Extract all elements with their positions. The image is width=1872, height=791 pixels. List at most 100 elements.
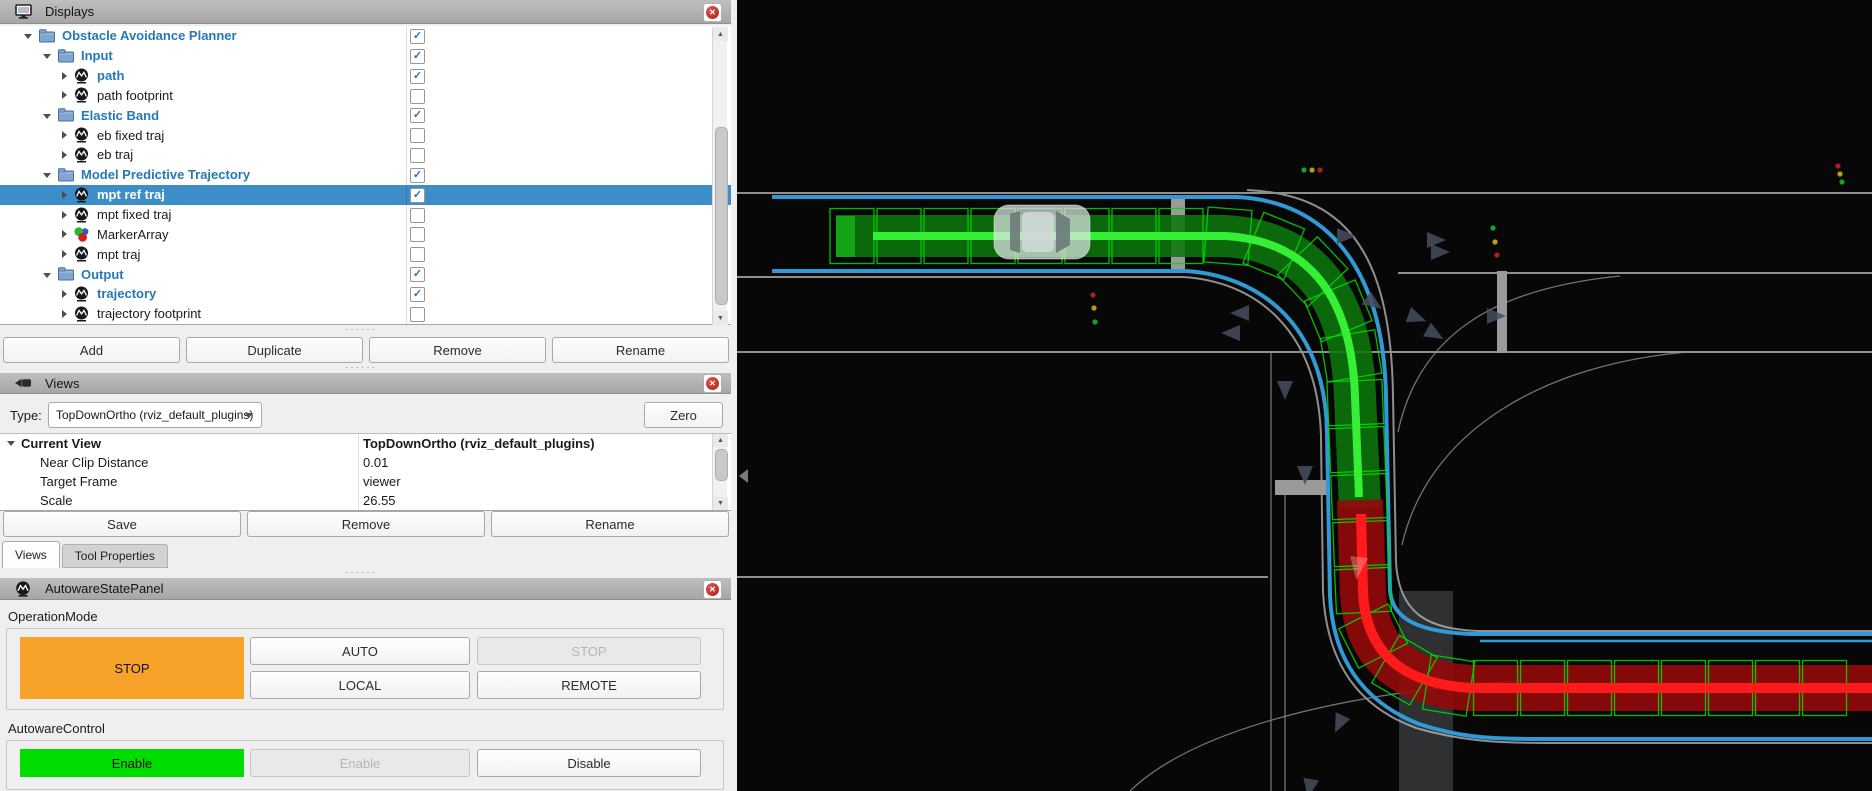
autoware-panel-titlebar: AutowareStatePanel ✕ [0,578,731,600]
chevron-right-icon[interactable] [62,310,67,318]
property-row-target-frame[interactable]: Target Frameviewer [0,472,731,491]
tree-row-input[interactable]: Input✓ [0,46,731,66]
autoware-close-button[interactable]: ✕ [703,580,722,599]
property-value[interactable]: viewer [363,474,401,489]
tab-tool-properties[interactable]: Tool Properties [62,544,168,568]
splitter-handle[interactable]: ······ [345,327,377,333]
visibility-checkbox[interactable] [410,128,425,143]
chevron-down-icon[interactable] [43,54,51,59]
visibility-checkbox[interactable] [410,247,425,262]
scroll-up-icon[interactable]: ▲ [713,27,728,41]
view-type-dropdown[interactable]: TopDownOrtho (rviz_default_plugins) [48,402,262,428]
views-table-scrollbar[interactable]: ▲ ▼ [712,434,727,510]
chevron-right-icon[interactable] [62,211,67,219]
chevron-down-icon[interactable] [43,273,51,278]
chevron-right-icon[interactable] [62,191,67,199]
chevron-down-icon[interactable] [24,34,32,39]
views-close-button[interactable]: ✕ [703,374,722,393]
property-row-near-clip-distance[interactable]: Near Clip Distance0.01 [0,453,731,472]
visibility-checkbox[interactable] [410,208,425,223]
tree-row-mpt-traj[interactable]: mpt traj [0,244,731,264]
tree-row-model-predictive-trajectory[interactable]: Model Predictive Trajectory✓ [0,165,731,185]
visibility-checkbox[interactable]: ✓ [410,69,425,84]
tree-row-output[interactable]: Output✓ [0,264,731,284]
rename-button[interactable]: Rename [491,511,729,537]
visibility-checkbox[interactable]: ✓ [410,168,425,183]
property-value[interactable]: 26.55 [363,493,396,508]
visibility-checkbox[interactable] [410,307,425,322]
remote-button[interactable]: REMOTE [477,671,701,699]
tree-row-trajectory-footprint[interactable]: trajectory footprint [0,304,731,324]
panel-collapse-icon[interactable] [739,469,748,483]
remove-button[interactable]: Remove [247,511,485,537]
auto-button[interactable]: AUTO [250,637,470,665]
property-value[interactable]: 0.01 [363,455,388,470]
property-row-scale[interactable]: Scale26.55 [0,491,731,510]
property-value[interactable]: TopDownOrtho (rviz_default_plugins) [363,436,595,451]
visibility-checkbox[interactable]: ✓ [410,108,425,123]
remove-button[interactable]: Remove [369,337,546,363]
chevron-right-icon[interactable] [62,91,67,99]
duplicate-button[interactable]: Duplicate [186,337,363,363]
chevron-right-icon[interactable] [62,250,67,258]
tree-row-elastic-band[interactable]: Elastic Band✓ [0,105,731,125]
visibility-checkbox[interactable]: ✓ [410,29,425,44]
tree-row-markerarray[interactable]: MarkerArray [0,224,731,244]
visibility-checkbox[interactable]: ✓ [410,49,425,64]
property-row-current-view[interactable]: Current ViewTopDownOrtho (rviz_default_p… [0,434,731,453]
splitter-handle[interactable]: ······ [345,570,377,576]
visibility-checkbox[interactable] [410,227,425,242]
chevron-right-icon[interactable] [62,151,67,159]
tab-views[interactable]: Views [2,541,60,568]
chevron-right-icon[interactable] [62,290,67,298]
tree-row-mpt-ref-traj[interactable]: mpt ref traj ✓ [0,185,731,205]
tree-row-eb-traj[interactable]: eb traj [0,145,731,165]
tree-column-divider[interactable] [406,26,407,324]
chevron-down-icon[interactable] [43,114,51,119]
tree-row-eb-fixed-traj[interactable]: eb fixed traj [0,125,731,145]
tree-item-label: Obstacle Avoidance Planner [62,28,237,43]
visibility-checkbox[interactable] [410,89,425,104]
displays-tree[interactable]: Obstacle Avoidance Planner✓Input✓path✓pa… [0,26,731,325]
tree-row-path-footprint[interactable]: path footprint [0,86,731,106]
tree-row-mpt-fixed-traj[interactable]: mpt fixed traj [0,205,731,225]
scrollbar-thumb[interactable] [715,449,728,481]
visibility-checkbox[interactable] [410,148,425,163]
displays-close-button[interactable]: ✕ [703,3,722,22]
tree-item-label: mpt traj [97,247,140,262]
splitter-handle[interactable]: ······ [345,365,377,371]
traffic-light-dot [1837,171,1842,176]
local-button[interactable]: LOCAL [250,671,470,699]
autoware-icon [15,581,32,597]
scroll-down-icon[interactable]: ▼ [713,311,728,325]
save-button[interactable]: Save [3,511,241,537]
disable-button[interactable]: Disable [477,749,701,777]
tree-item-label: mpt ref traj [97,187,165,202]
chevron-right-icon[interactable] [62,72,67,80]
folder-icon [39,28,56,44]
tree-row-obstacle-avoidance-planner[interactable]: Obstacle Avoidance Planner ✓ [0,26,731,46]
autoware-icon [74,87,91,103]
traffic-light-dot [1317,167,1322,172]
scroll-up-icon[interactable]: ▲ [713,434,728,447]
road-median [1497,271,1507,353]
visibility-checkbox[interactable]: ✓ [410,188,425,203]
visibility-checkbox[interactable]: ✓ [410,287,425,302]
visibility-checkbox[interactable]: ✓ [410,267,425,282]
displays-tree-scrollbar[interactable]: ▲ ▼ [712,27,727,325]
chevron-right-icon[interactable] [62,230,67,238]
rename-button[interactable]: Rename [552,337,729,363]
tree-item-label: mpt fixed traj [97,207,171,222]
zero-button[interactable]: Zero [644,402,723,428]
tree-row-trajectory[interactable]: trajectory✓ [0,284,731,304]
add-button[interactable]: Add [3,337,180,363]
chevron-down-icon[interactable] [43,173,51,178]
scroll-down-icon[interactable]: ▼ [713,497,728,510]
tree-row-path[interactable]: path✓ [0,66,731,86]
chevron-right-icon[interactable] [62,131,67,139]
chevron-down-icon[interactable] [7,441,15,446]
current-view-properties[interactable]: Current ViewTopDownOrtho (rviz_default_p… [0,433,731,511]
autoware-icon [74,286,91,302]
scrollbar-thumb[interactable] [715,127,728,305]
3d-viewport[interactable] [737,0,1872,791]
